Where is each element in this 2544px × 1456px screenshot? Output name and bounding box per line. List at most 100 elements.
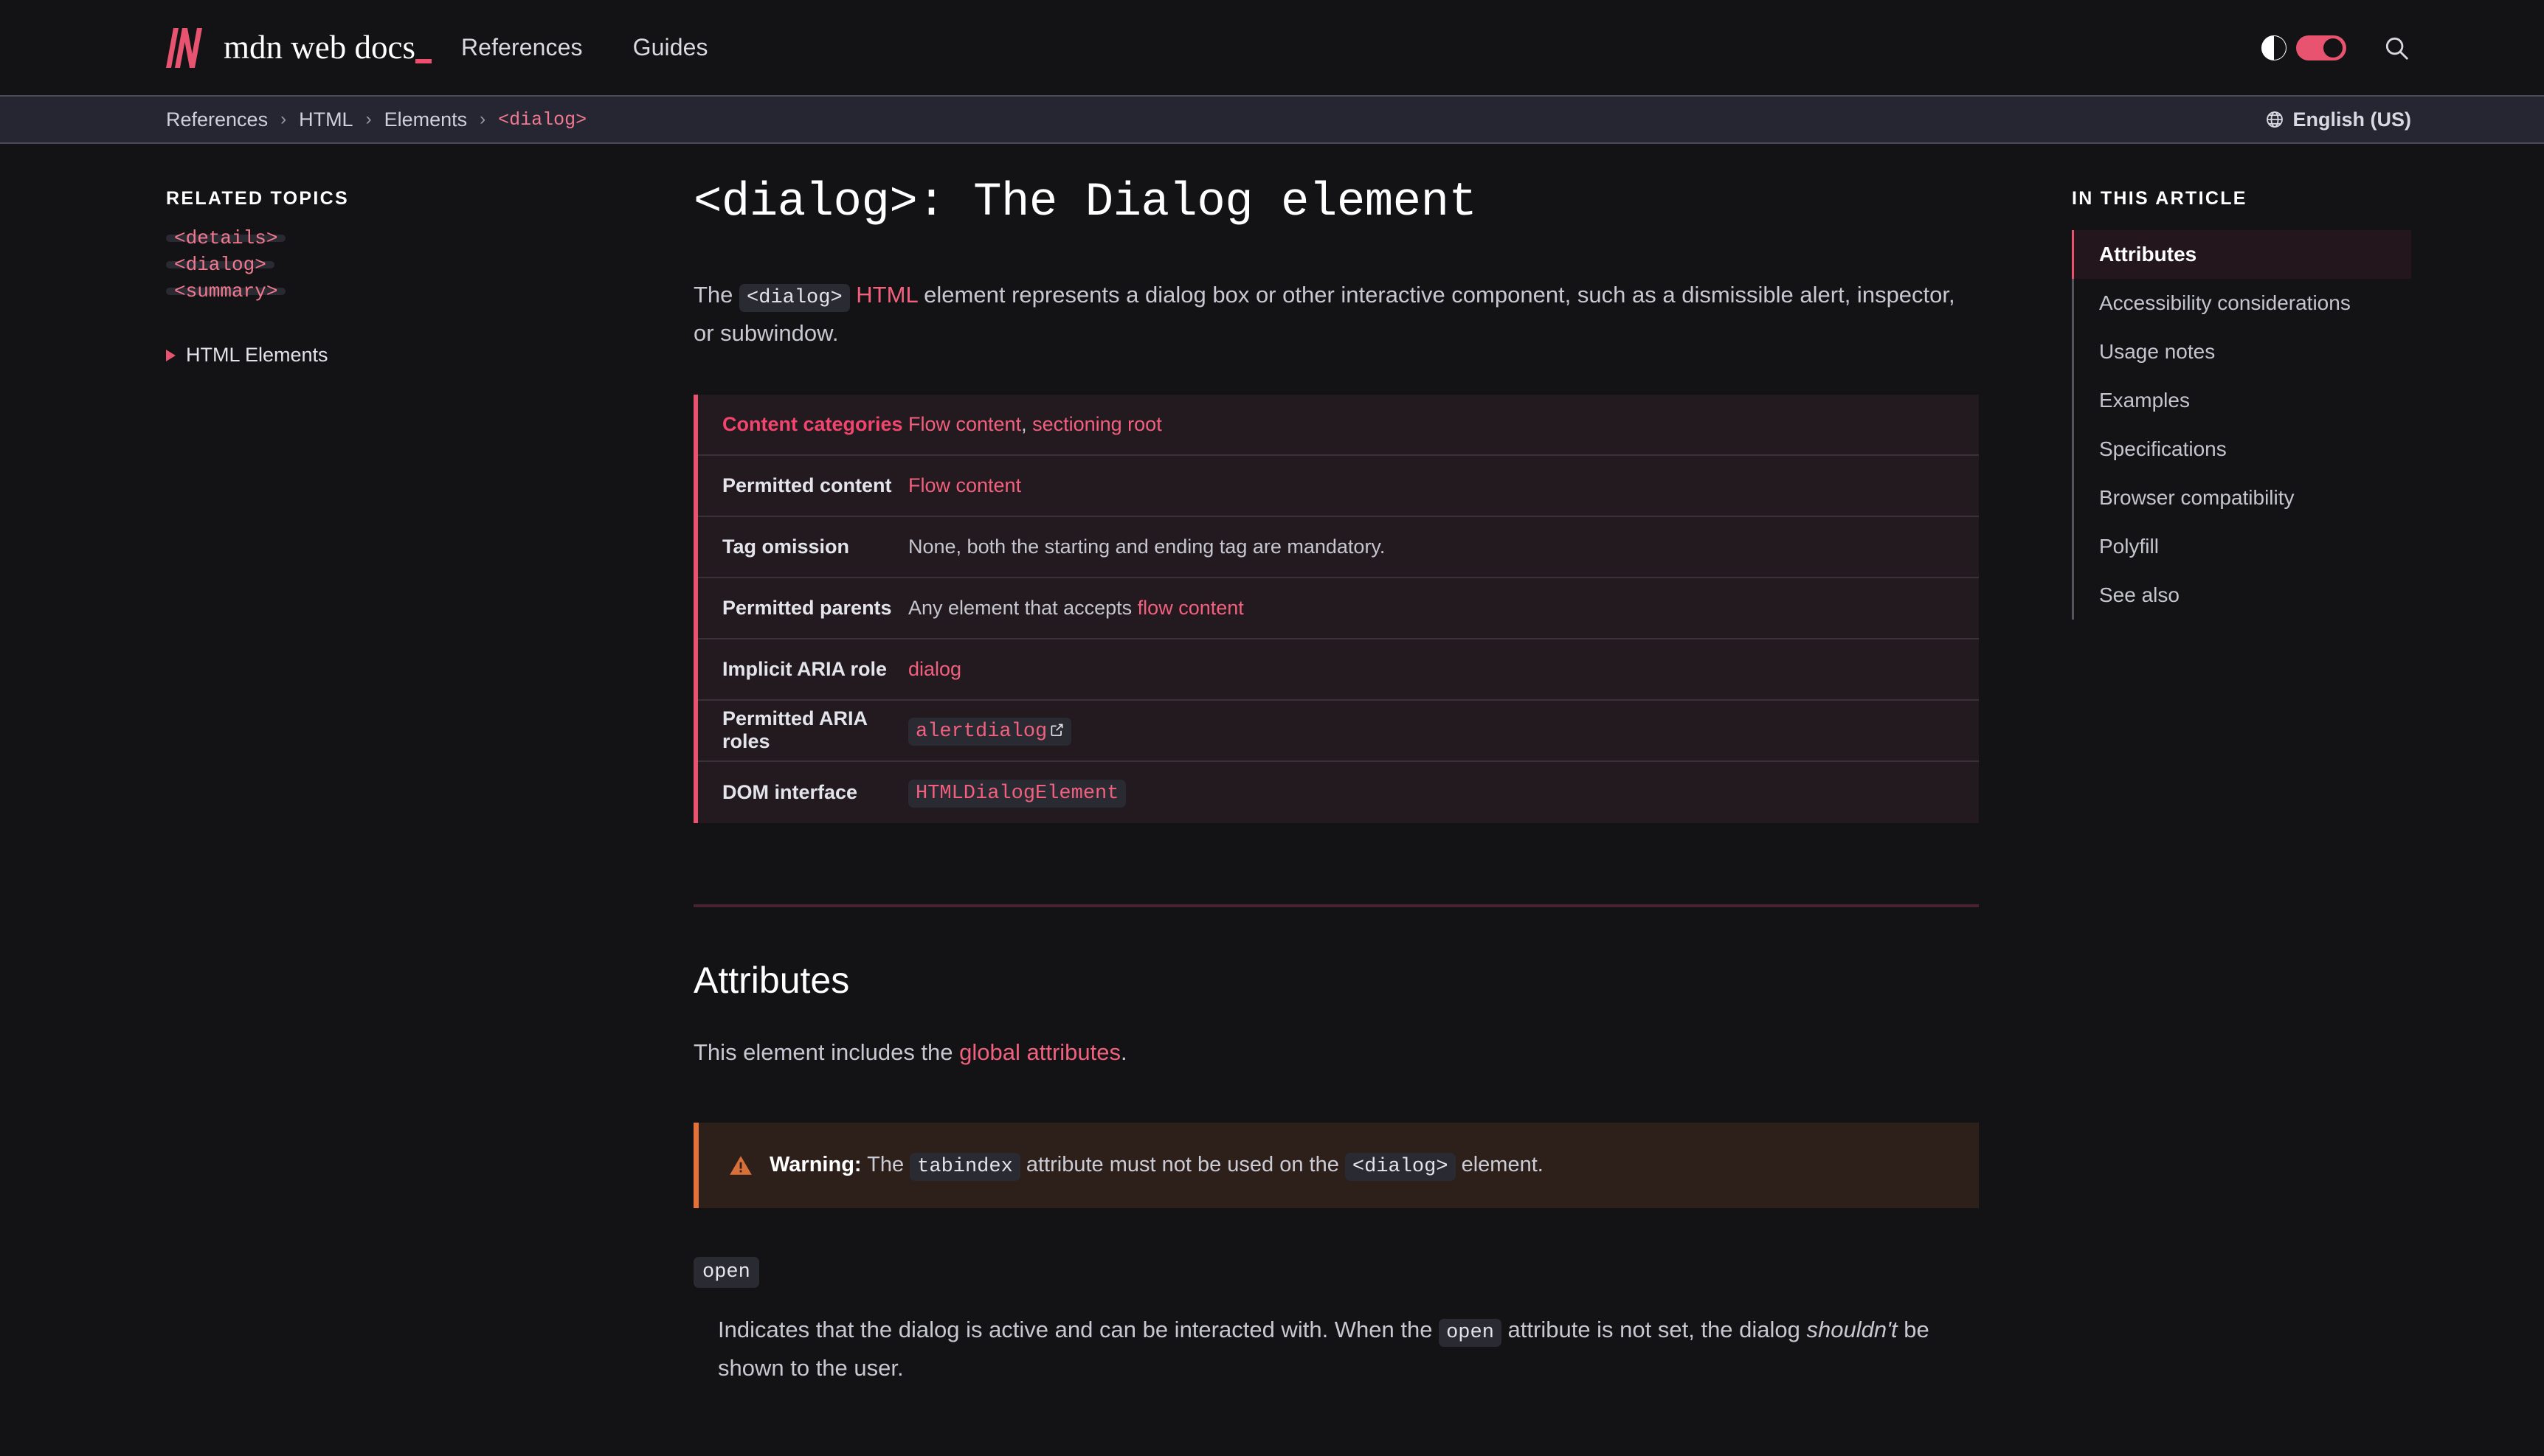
dialog-role-link[interactable]: dialog	[908, 658, 961, 680]
flow-content-link[interactable]: Flow content	[908, 413, 1021, 435]
sidebar-title: RELATED TOPICS	[166, 188, 349, 209]
sidebar-link-row: <summary>	[166, 282, 694, 314]
row-value: alertdialog	[908, 717, 1086, 746]
row-key: Permitted ARIA roles	[722, 707, 868, 753]
table-row: Permitted ARIA roles alertdialog	[698, 701, 1979, 762]
breadcrumb-item-references[interactable]: References	[166, 108, 268, 131]
toc-item-browser-compatibility[interactable]: Browser compatibility	[2072, 474, 2411, 522]
element-properties-table: Content categories Flow content, section…	[694, 394, 1979, 823]
search-button[interactable]	[2382, 33, 2411, 63]
lead-part1: The	[694, 282, 733, 308]
definition-term-row: open	[694, 1257, 1983, 1289]
attributes-heading: Attributes	[694, 959, 850, 1001]
breadcrumb-bar: References › HTML › Elements › <dialog> …	[0, 97, 2544, 144]
row-key: DOM interface	[722, 780, 858, 803]
article-main: <dialog>: The Dialog element The <dialog…	[694, 144, 2072, 1387]
nav-item-guides[interactable]: Guides	[633, 34, 708, 61]
theme-switch[interactable]	[2296, 35, 2346, 60]
row-value: dialog	[908, 658, 976, 681]
sectioning-root-link[interactable]: sectioning root	[1032, 413, 1162, 435]
desc-part2: attribute is not set, the dialog	[1507, 1317, 1800, 1343]
dialog-code-chip: <dialog>	[1344, 1152, 1456, 1181]
page-body: RELATED TOPICS <details> <dialog> <summa…	[0, 144, 2544, 1387]
table-row: Content categories Flow content, section…	[698, 395, 1979, 456]
warning-part1: The	[867, 1152, 905, 1176]
warning-part2: attribute must not be used on the	[1026, 1152, 1339, 1176]
flow-content-link[interactable]: flow content	[1138, 597, 1244, 619]
open-attribute-term: open	[694, 1257, 759, 1289]
nav-item-references[interactable]: References	[461, 34, 583, 61]
page-title: <dialog>: The Dialog element	[694, 176, 1477, 229]
html-link[interactable]: HTML	[856, 282, 917, 308]
toc-item-accessibility-considerations[interactable]: Accessibility considerations	[2072, 279, 2411, 327]
warning-part3: element.	[1461, 1152, 1544, 1176]
value-prefix: Any element that accepts	[908, 596, 1138, 619]
toc-item-attributes[interactable]: Attributes	[2072, 230, 2411, 279]
breadcrumb-item-elements[interactable]: Elements	[384, 108, 468, 131]
mdn-logo-link[interactable]: mdn web docs	[166, 27, 432, 69]
toc-item-polyfill[interactable]: Polyfill	[2072, 522, 2411, 571]
sidebar-item-summary[interactable]: <summary>	[166, 282, 286, 301]
row-key: Implicit ARIA role	[722, 657, 888, 680]
htmldialogelement-link[interactable]: HTMLDialogElement	[908, 779, 1127, 808]
toc-item-specifications[interactable]: Specifications	[2072, 425, 2411, 474]
flow-content-link[interactable]: Flow content	[908, 474, 1021, 496]
desc-italic: shouldn't	[1806, 1317, 1898, 1343]
global-attributes-link[interactable]: global attributes	[959, 1039, 1121, 1065]
toc-item-examples[interactable]: Examples	[2072, 376, 2411, 425]
sidebar-item-html-elements[interactable]: HTML Elements	[166, 344, 694, 367]
open-attribute-description: Indicates that the dialog is active and …	[718, 1311, 1972, 1387]
warning-label: Warning:	[770, 1152, 862, 1176]
breadcrumb-item-current: <dialog>	[498, 108, 587, 131]
language-label: English (US)	[2292, 108, 2412, 131]
dialog-code-chip: <dialog>	[739, 284, 850, 312]
attribute-definition-list: open Indicates that the dialog is active…	[694, 1257, 1983, 1387]
desc-part1: Indicates that the dialog is active and …	[718, 1317, 1433, 1343]
warning-triangle-icon	[730, 1156, 752, 1175]
toc-item-see-also[interactable]: See also	[2072, 571, 2411, 620]
intro-prefix: This element includes the	[694, 1039, 960, 1065]
external-link-icon	[1051, 724, 1063, 736]
table-row: Permitted content Flow content	[698, 456, 1979, 517]
search-icon	[2385, 37, 2408, 60]
alertdialog-link[interactable]: alertdialog	[908, 717, 1072, 746]
toc-list: Attributes Accessibility considerations …	[2072, 230, 2411, 620]
breadcrumb: References › HTML › Elements › <dialog>	[166, 108, 587, 131]
row-value: Any element that accepts flow content	[908, 597, 1259, 620]
table-row: DOM interface HTMLDialogElement	[698, 762, 1979, 823]
table-row: Tag omission None, both the starting and…	[698, 517, 1979, 578]
warning-callout: Warning: The tabindex attribute must not…	[694, 1122, 1979, 1209]
breadcrumb-separator: ›	[365, 109, 372, 129]
alertdialog-label: alertdialog	[916, 720, 1048, 743]
attributes-intro: This element includes the global attribu…	[694, 1034, 1983, 1071]
tabindex-code-chip: tabindex	[910, 1152, 1020, 1181]
sidebar-tree-label: HTML Elements	[186, 344, 328, 366]
row-value: Flow content	[908, 474, 1036, 497]
theme-switch-knob	[2323, 38, 2343, 58]
breadcrumb-separator: ›	[280, 109, 287, 129]
row-key: Permitted content	[722, 474, 892, 496]
breadcrumb-separator: ›	[480, 109, 486, 129]
toc-item-usage-notes[interactable]: Usage notes	[2072, 327, 2411, 376]
section-divider	[694, 904, 1979, 907]
theme-toggle[interactable]	[2261, 35, 2346, 60]
related-topics-sidebar: RELATED TOPICS <details> <dialog> <summa…	[166, 144, 694, 1387]
globe-icon	[2266, 111, 2283, 128]
site-header: mdn web docs References Guides	[0, 0, 2544, 97]
value-separator: ,	[1021, 412, 1033, 435]
mdn-underscore	[415, 59, 432, 63]
breadcrumb-item-html[interactable]: HTML	[299, 108, 353, 131]
row-value: HTMLDialogElement	[908, 779, 1141, 808]
table-row: Permitted parents Any element that accep…	[698, 578, 1979, 639]
row-key: Permitted parents	[722, 596, 892, 619]
toc-title: IN THIS ARTICLE	[2072, 188, 2247, 209]
in-this-article-sidebar: IN THIS ARTICLE Attributes Accessibility…	[2072, 144, 2411, 1387]
intro-suffix: .	[1121, 1039, 1127, 1065]
main-nav: References Guides	[461, 34, 708, 61]
language-selector[interactable]: English (US)	[2265, 108, 2412, 131]
row-value: Flow content, sectioning root	[908, 413, 1177, 436]
row-value: None, both the starting and ending tag a…	[908, 535, 1386, 558]
half-circle-contrast-icon	[2261, 35, 2287, 60]
sidebar-item-dialog[interactable]: <dialog>	[166, 255, 274, 274]
sidebar-item-details[interactable]: <details>	[166, 229, 286, 248]
